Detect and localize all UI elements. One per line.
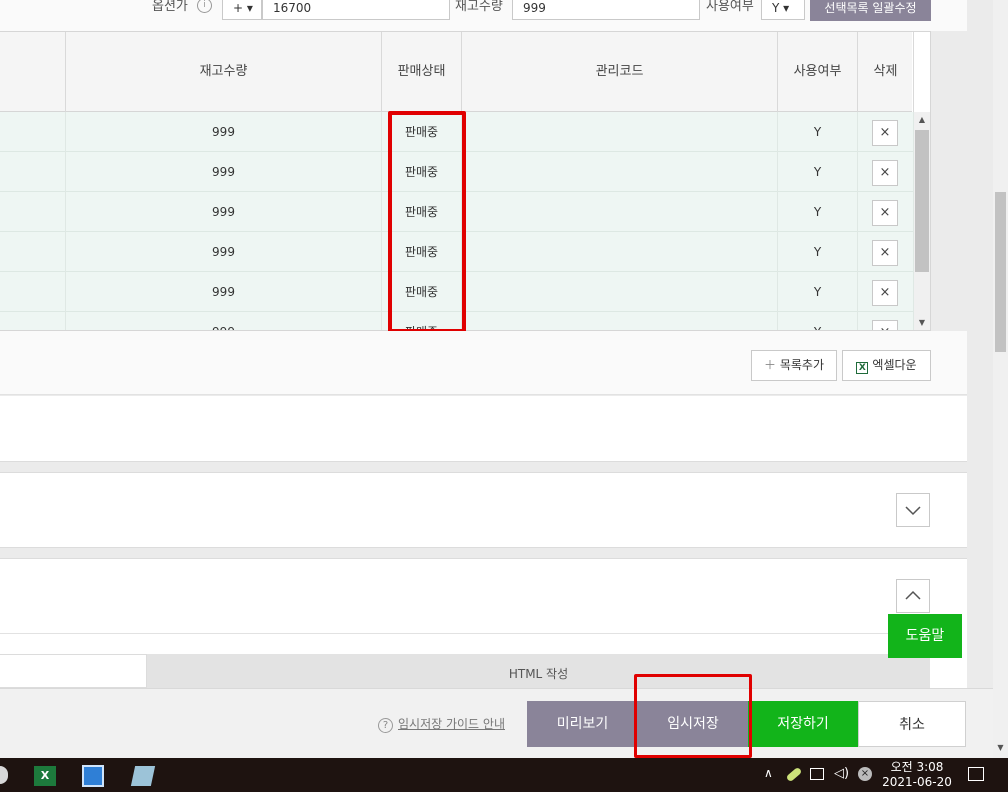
preview-button[interactable]: 미리보기: [527, 701, 638, 747]
page-scroll-down-icon[interactable]: ▼: [993, 740, 1008, 756]
header-status: 판매상태: [382, 32, 462, 112]
stock-label: 재고수량: [455, 0, 503, 14]
grid-header: 재고수량 판매상태 관리코드 사용여부 삭제: [0, 32, 914, 112]
delete-row-button[interactable]: ×: [872, 280, 898, 306]
taskbar: X ∧ ◁) × 오전 3:08 2021-06-20: [0, 758, 1008, 792]
use-select[interactable]: Y ▾: [761, 0, 805, 20]
document-app-icon[interactable]: [82, 765, 104, 787]
volume-icon[interactable]: ◁): [834, 766, 849, 781]
option-filter-bar: 옵션가 i + ▾ 16700 재고수량 999 사용여부 Y ▾ 선택목록 일…: [0, 0, 967, 31]
cell-stock[interactable]: 999: [66, 272, 382, 312]
clock-date: 2021-06-20: [882, 775, 952, 789]
cell-stock[interactable]: 999: [66, 112, 382, 152]
collapse-toggle[interactable]: [896, 579, 930, 613]
action-bar: ? 임시저장 가이드 안내 미리보기 임시저장 저장하기 취소: [0, 688, 993, 758]
system-clock[interactable]: 오전 3:08 2021-06-20: [872, 760, 962, 790]
grid-footer: ＋ 목록추가 X 엑셀다운: [0, 331, 967, 395]
tab-html[interactable]: HTML 작성: [147, 654, 930, 688]
network-icon[interactable]: [810, 768, 824, 780]
excel-download-button[interactable]: X 엑셀다운: [842, 350, 931, 381]
excel-icon: X: [856, 362, 869, 374]
header-use: 사용여부: [778, 32, 858, 112]
cell-use[interactable]: Y: [778, 192, 858, 232]
bulk-edit-button[interactable]: 선택목록 일괄수정: [810, 0, 931, 21]
stock-input[interactable]: 999: [512, 0, 700, 20]
notes-app-icon[interactable]: [130, 766, 156, 786]
cell-stock[interactable]: 999: [66, 312, 382, 330]
delete-row-button[interactable]: ×: [872, 200, 898, 226]
cell-code[interactable]: [462, 232, 778, 272]
add-row-button[interactable]: ＋ 목록추가: [751, 350, 837, 381]
cell-code[interactable]: [462, 112, 778, 152]
grid-scroll-thumb[interactable]: [915, 130, 929, 272]
use-label: 사용여부: [706, 0, 754, 14]
blank-panel: [0, 396, 967, 462]
header-code: 관리코드: [462, 32, 778, 112]
cell-code[interactable]: [462, 152, 778, 192]
cell-use[interactable]: Y: [778, 232, 858, 272]
page-scroll-thumb[interactable]: [995, 192, 1006, 352]
clock-time: 오전 3:08: [890, 760, 944, 774]
temp-save-highlight: [634, 674, 752, 758]
option-price-label: 옵션가: [152, 0, 188, 14]
cancel-button[interactable]: 취소: [858, 701, 966, 747]
cell-code[interactable]: [462, 272, 778, 312]
temp-save-guide-link[interactable]: ? 임시저장 가이드 안내: [378, 715, 505, 733]
chevron-up-icon: [905, 590, 921, 600]
tab-editor[interactable]: [0, 654, 147, 688]
cell-stock[interactable]: 999: [66, 192, 382, 232]
status-column-highlight: [388, 111, 466, 333]
cell-code[interactable]: [462, 192, 778, 232]
notification-icon[interactable]: [968, 767, 984, 781]
ime-status-icon[interactable]: ×: [858, 767, 872, 781]
app-icon[interactable]: [0, 766, 8, 784]
cell-stock[interactable]: 999: [66, 232, 382, 272]
cell-use[interactable]: Y: [778, 312, 858, 330]
excel-app-icon[interactable]: X: [34, 766, 56, 786]
cell-stock[interactable]: 999: [66, 152, 382, 192]
info-icon[interactable]: i: [197, 0, 212, 13]
delete-row-button[interactable]: ×: [872, 160, 898, 186]
editor-tabs: HTML 작성: [0, 654, 930, 688]
page-scrollbar[interactable]: ▼: [993, 0, 1008, 758]
expand-toggle[interactable]: [896, 493, 930, 527]
cell-code[interactable]: [462, 312, 778, 330]
header-stock: 재고수량: [66, 32, 382, 112]
header-delete: 삭제: [858, 32, 914, 112]
option-price-input[interactable]: 16700: [262, 0, 450, 20]
grid-scrollbar[interactable]: ▲ ▼: [914, 112, 930, 330]
scroll-up-icon[interactable]: ▲: [914, 112, 930, 128]
cell-use[interactable]: Y: [778, 112, 858, 152]
help-button[interactable]: 도움말: [888, 614, 962, 658]
delete-row-button[interactable]: ×: [872, 320, 898, 330]
cell-use[interactable]: Y: [778, 152, 858, 192]
tray-app-icon[interactable]: [785, 766, 803, 783]
price-sign-select[interactable]: + ▾: [222, 0, 262, 20]
delete-row-button[interactable]: ×: [872, 120, 898, 146]
question-icon: ?: [378, 718, 393, 733]
cell-use[interactable]: Y: [778, 272, 858, 312]
collapsed-section: [0, 472, 967, 548]
delete-row-button[interactable]: ×: [872, 240, 898, 266]
save-button[interactable]: 저장하기: [748, 701, 858, 747]
scroll-down-icon[interactable]: ▼: [914, 315, 930, 330]
chevron-down-icon: [905, 506, 921, 516]
tray-expand-icon[interactable]: ∧: [764, 766, 773, 780]
